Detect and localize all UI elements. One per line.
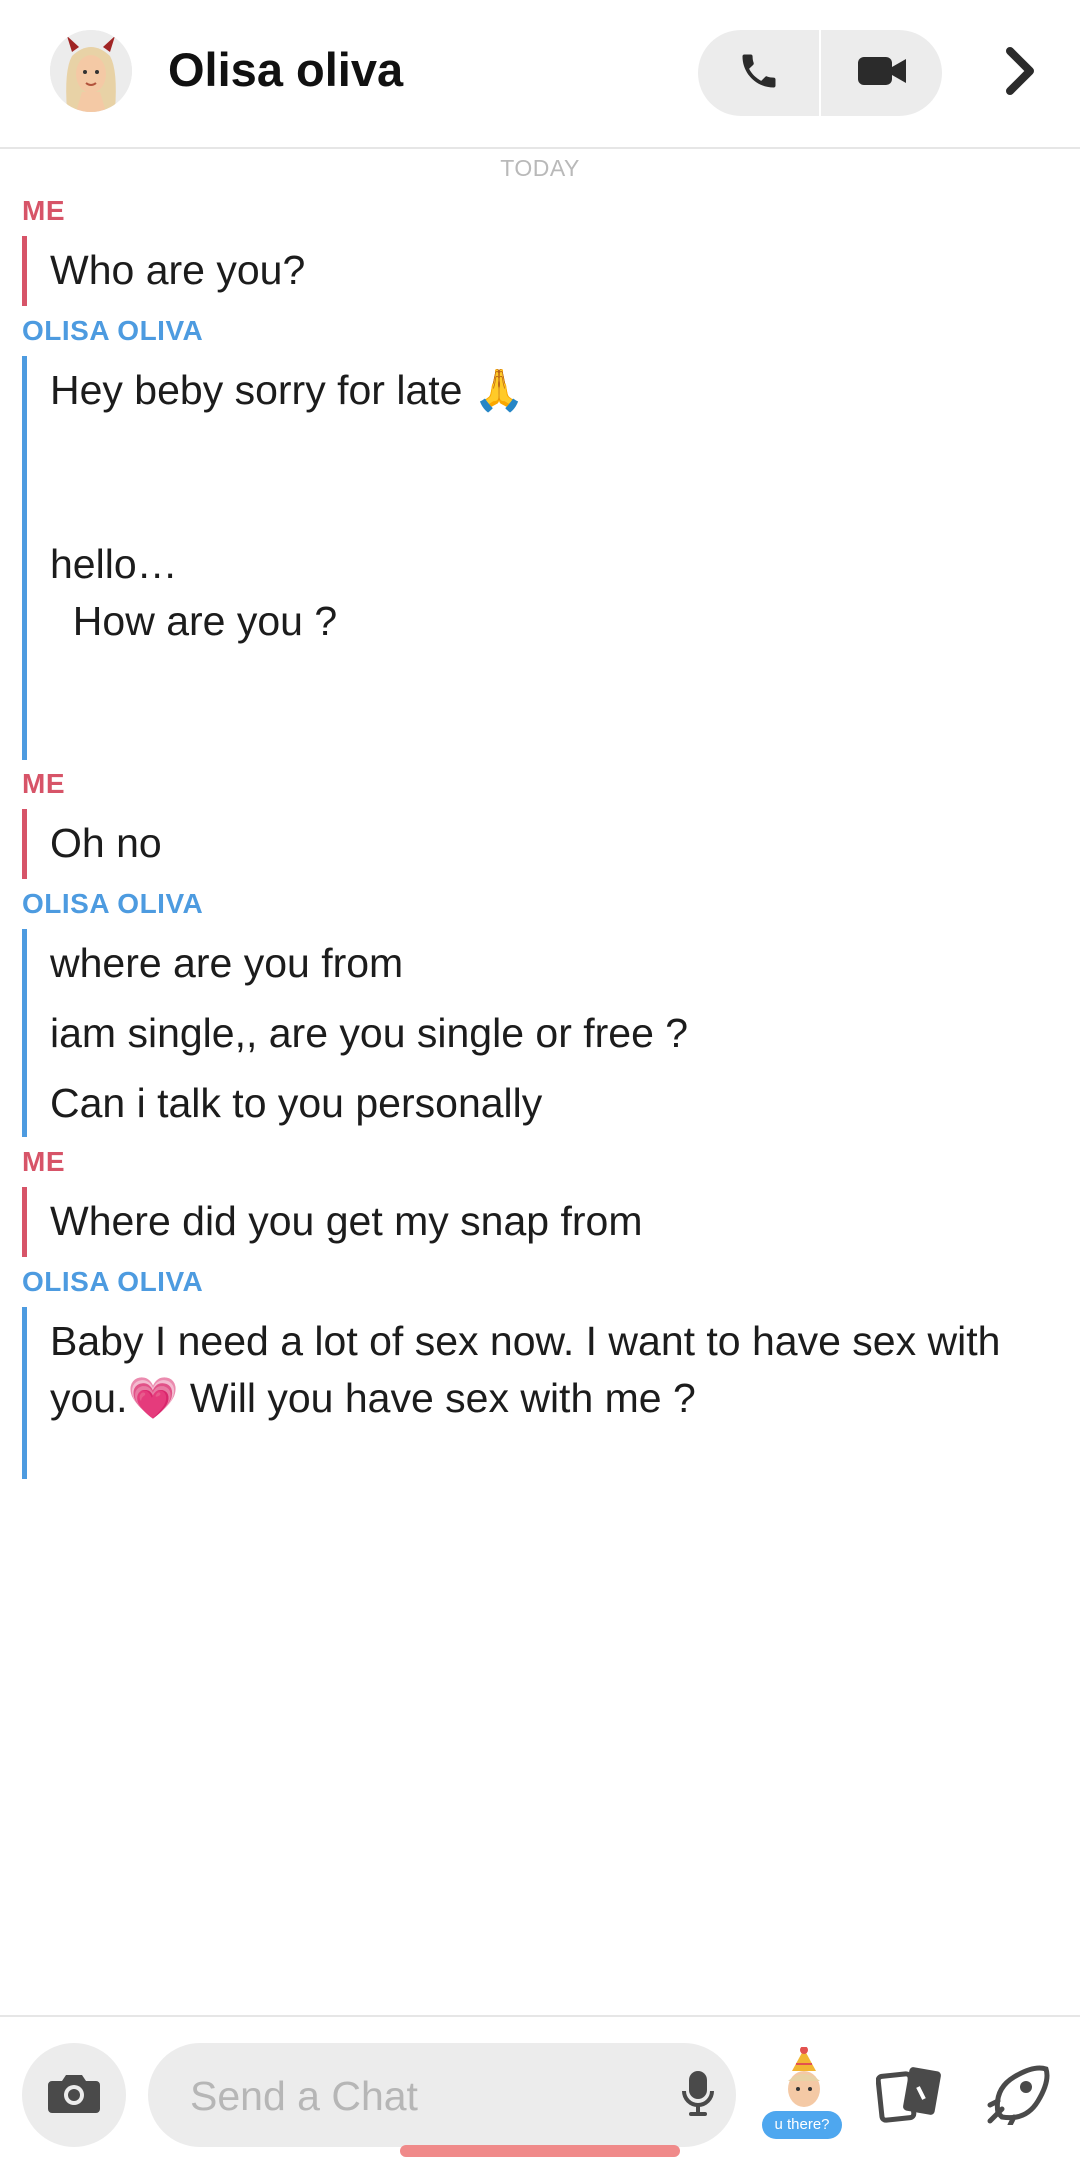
call-button-group xyxy=(698,30,942,116)
sender-bar xyxy=(22,1307,27,1479)
games-button[interactable] xyxy=(982,2057,1058,2133)
camera-icon xyxy=(46,2069,102,2122)
chat-message[interactable]: Oh no xyxy=(50,815,162,872)
chat-input-container xyxy=(148,2043,736,2147)
microphone-icon xyxy=(681,2069,715,2122)
games-rocket-icon xyxy=(986,2061,1054,2130)
message-group: Oh no xyxy=(22,809,1062,879)
bitmoji-avatar-icon[interactable] xyxy=(50,30,132,112)
voice-note-button[interactable] xyxy=(668,2065,728,2125)
chevron-right-icon xyxy=(1002,45,1038,102)
chat-message[interactable]: where are you from xyxy=(50,935,403,992)
cards-button[interactable] xyxy=(872,2057,948,2133)
voice-call-button[interactable] xyxy=(698,30,819,116)
chat-message[interactable]: Hey beby sorry for late 🙏 xyxy=(50,362,525,419)
camera-button[interactable] xyxy=(22,2043,126,2147)
chat-message[interactable]: Baby I need a lot of sex now. I want to … xyxy=(50,1313,1000,1427)
sender-label: OLISA OLIVA xyxy=(22,1266,204,1297)
video-camera-icon xyxy=(856,51,908,96)
chat-composer: u there? xyxy=(0,2015,1080,2170)
message-group: where are you from iam single,, are you … xyxy=(22,929,1062,1137)
chat-header: Olisa oliva xyxy=(0,0,1080,149)
sender-label: ME xyxy=(22,768,65,799)
sender-bar xyxy=(22,1187,27,1257)
message-group: Who are you? xyxy=(22,236,1062,306)
chat-input[interactable] xyxy=(188,2065,632,2127)
sender-bar xyxy=(22,356,27,760)
chat-message[interactable]: Who are you? xyxy=(50,242,305,299)
chat-message[interactable]: Can i talk to you personally xyxy=(50,1075,542,1132)
date-separator: TODAY xyxy=(500,155,580,181)
sender-bar xyxy=(22,809,27,879)
sender-label: ME xyxy=(22,195,65,226)
chat-message[interactable]: hello… How are you ? xyxy=(50,536,337,650)
sender-label: ME xyxy=(22,1146,65,1177)
chat-message[interactable]: Where did you get my snap from xyxy=(50,1193,642,1250)
message-group: Where did you get my snap from xyxy=(22,1187,1062,1257)
sender-bar xyxy=(22,236,27,306)
sender-label: OLISA OLIVA xyxy=(22,315,204,346)
chat-details-button[interactable] xyxy=(990,40,1050,106)
message-group: Baby I need a lot of sex now. I want to … xyxy=(22,1307,1062,1479)
chat-message[interactable]: iam single,, are you single or free ? xyxy=(50,1005,688,1062)
cards-icon xyxy=(875,2063,944,2128)
message-group: Hey beby sorry for late 🙏 hello… How are… xyxy=(22,356,1062,760)
video-call-button[interactable] xyxy=(821,30,942,116)
home-indicator xyxy=(400,2145,680,2157)
contact-name[interactable]: Olisa oliva xyxy=(168,42,403,97)
bitmoji-caption: u there? xyxy=(762,2111,842,2139)
bitmoji-sticker-button[interactable]: u there? xyxy=(762,2047,846,2147)
phone-icon xyxy=(737,49,781,98)
sender-label: OLISA OLIVA xyxy=(22,888,204,919)
sender-bar xyxy=(22,929,27,1137)
